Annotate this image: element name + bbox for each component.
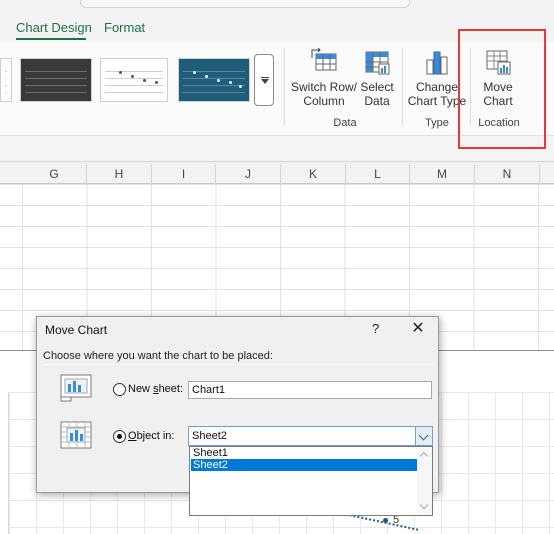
select-data-button[interactable]: Select Data — [358, 48, 396, 108]
dialog-separator — [43, 364, 433, 365]
select-data-icon — [365, 51, 390, 75]
object-in-radio[interactable] — [113, 430, 126, 443]
gallery-more-bar-icon — [261, 77, 269, 78]
column-header-j[interactable]: J — [216, 164, 281, 184]
new-sheet-radio[interactable] — [113, 383, 126, 396]
ribbon-divider — [402, 48, 403, 126]
thumb-point — [205, 75, 208, 78]
switch-row-column-icon — [311, 48, 337, 71]
change-chart-type-icon — [426, 51, 448, 75]
chart-data-point[interactable] — [383, 518, 388, 523]
help-button[interactable]: ? — [372, 321, 379, 336]
thumb-point — [239, 85, 242, 88]
column-header-n[interactable]: N — [475, 164, 540, 184]
thumb-point — [131, 75, 134, 78]
object-in-selected-value: Sheet2 — [192, 430, 227, 442]
tab-format[interactable]: Format — [104, 20, 145, 35]
chart-style-thumb-selected[interactable] — [178, 58, 250, 102]
chevron-down-icon[interactable] — [415, 427, 432, 445]
new-sheet-name-input[interactable] — [188, 381, 432, 399]
switch-row-column-label-1: Switch Row/ — [290, 80, 358, 94]
group-label-type: Type — [425, 117, 449, 129]
object-in-chart-icon — [60, 421, 92, 449]
dialog-instructions: Choose where you want the chart to be pl… — [43, 350, 273, 362]
thumb-point — [143, 79, 146, 82]
thumb-point — [119, 71, 122, 74]
column-header-h[interactable]: H — [87, 164, 152, 184]
ribbon-divider — [284, 48, 285, 126]
new-sheet-label[interactable]: New sheet: — [128, 383, 183, 395]
active-tab-underline — [16, 38, 86, 40]
column-header-g[interactable]: G — [22, 164, 87, 184]
switch-row-column-label-2: Column — [303, 94, 345, 108]
group-label-data: Data — [333, 117, 357, 129]
new-sheet-chart-icon — [60, 374, 92, 402]
select-data-label-1: Select — [360, 80, 394, 94]
dialog-title: Move Chart — [45, 323, 108, 337]
object-in-select[interactable]: Sheet2 — [188, 426, 433, 446]
title-bar-search-box — [80, 0, 410, 8]
close-button[interactable]: ✕ — [407, 319, 429, 339]
column-header-i[interactable]: I — [152, 164, 216, 184]
gallery-more-button[interactable] — [254, 54, 274, 106]
select-data-label-2: Data — [364, 94, 390, 108]
dropdown-option-sheet1[interactable]: Sheet1 — [191, 447, 417, 459]
scroll-up-icon[interactable] — [419, 451, 429, 461]
object-in-label[interactable]: Object in: — [128, 430, 174, 442]
column-header-k[interactable]: K — [281, 164, 346, 184]
scroll-down-icon[interactable] — [419, 500, 429, 510]
chevron-down-icon — [261, 79, 269, 84]
tab-chart-design[interactable]: Chart Design — [16, 20, 92, 35]
thumb-point — [229, 81, 232, 84]
dropdown-option-sheet2[interactable]: Sheet2 — [191, 459, 417, 471]
switch-row-column-button[interactable]: Switch Row/ Column — [290, 48, 358, 108]
thumb-point — [155, 81, 158, 84]
column-header-m[interactable]: M — [410, 164, 475, 184]
thumb-point — [217, 79, 220, 82]
chart-style-thumb[interactable] — [20, 58, 92, 102]
chart-style-thumb[interactable] — [100, 58, 168, 102]
annotation-highlight-box — [458, 29, 546, 149]
thumb-point — [193, 71, 196, 74]
sheet-dropdown-list: Sheet1 Sheet2 — [189, 446, 433, 516]
chart-style-thumb[interactable] — [0, 58, 12, 102]
column-header-l[interactable]: L — [346, 164, 410, 184]
dropdown-scrollbar[interactable] — [417, 447, 432, 515]
